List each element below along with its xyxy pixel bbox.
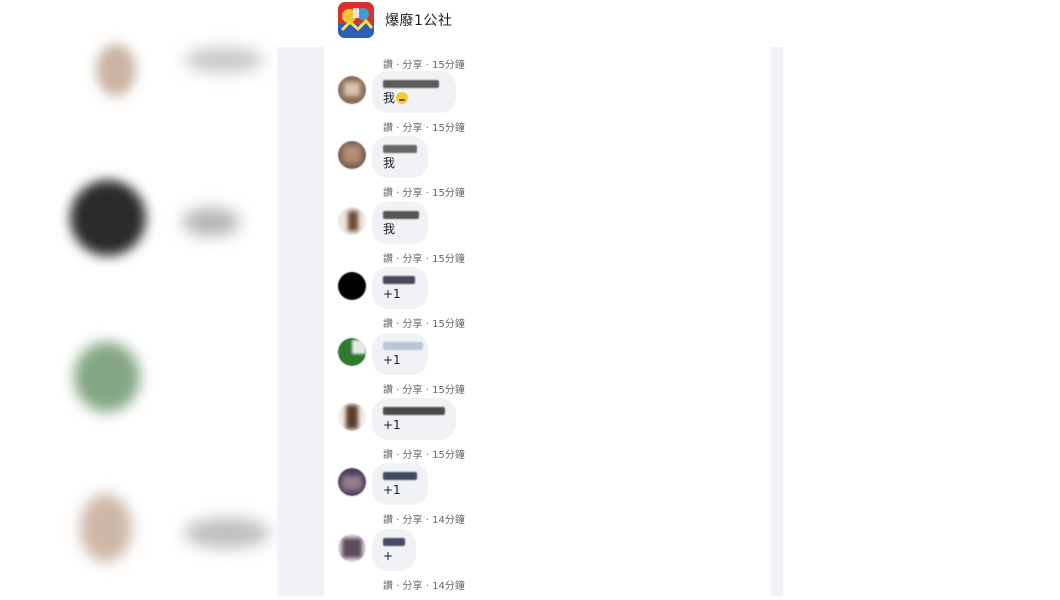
like-link[interactable]: 讚	[383, 123, 393, 134]
comment-bubble: +1	[372, 267, 428, 309]
share-link[interactable]: 分享	[403, 450, 423, 461]
like-link[interactable]: 讚	[383, 319, 393, 330]
like-link[interactable]: 讚	[383, 385, 393, 396]
like-link[interactable]: 讚	[383, 515, 393, 526]
comment-timestamp[interactable]: 14分鐘	[432, 515, 465, 526]
share-link[interactable]: 分享	[403, 319, 423, 330]
comment-timestamp[interactable]: 15分鐘	[432, 319, 465, 330]
comment-item: +1 讚 · 分享 · 15分鐘	[336, 333, 756, 404]
avatar[interactable]	[338, 141, 366, 169]
comment-item: 我 讚 · 分享 · 15分鐘	[336, 71, 756, 142]
share-link[interactable]: 分享	[403, 385, 423, 396]
comment-actions: 讚 · 分享 · 15分鐘	[383, 123, 465, 134]
comment-timestamp[interactable]: 15分鐘	[432, 385, 465, 396]
comment-bubble: +	[372, 529, 416, 571]
like-link[interactable]: 讚	[383, 450, 393, 461]
comment-timestamp[interactable]: 15分鐘	[432, 254, 465, 265]
commenter-name-blurred[interactable]	[383, 472, 417, 480]
comment-text: 我	[383, 91, 409, 105]
bg-text-blur	[184, 48, 264, 72]
comment-item: 我 讚 · 分享 · 15分鐘	[336, 202, 756, 273]
like-link[interactable]: 讚	[383, 254, 393, 265]
comment-timestamp[interactable]: 15分鐘	[432, 450, 465, 461]
avatar[interactable]	[338, 468, 366, 496]
share-link[interactable]: 分享	[403, 515, 423, 526]
bg-text-blur	[182, 208, 240, 236]
comment-item: 我 讚 · 分享 · 15分鐘	[336, 136, 756, 207]
comment-timestamp[interactable]: 15分鐘	[432, 188, 465, 199]
avatar[interactable]	[338, 338, 366, 366]
comment-bubble: +1	[372, 463, 428, 505]
bg-avatar-blur	[96, 44, 136, 96]
avatar[interactable]	[338, 403, 366, 431]
comment-bubble: +1	[372, 398, 456, 440]
commenter-name-blurred[interactable]	[383, 538, 405, 546]
page-header: 爆廢1公社	[0, 0, 1060, 45]
share-link[interactable]: 分享	[403, 581, 423, 592]
comment-item: +1 讚 · 分享 · 15分鐘	[336, 267, 756, 338]
bg-avatar-blur	[80, 494, 132, 562]
comment-timestamp[interactable]: 14分鐘	[432, 581, 465, 592]
comment-text: +	[383, 549, 394, 563]
comment-bubble: 我	[372, 136, 428, 178]
comment-text: +1	[383, 287, 401, 301]
comment-text: +1	[383, 418, 401, 432]
comment-text: 我	[383, 222, 396, 236]
like-link[interactable]: 讚	[383, 188, 393, 199]
emoji-icon	[396, 92, 409, 104]
share-link[interactable]: 分享	[403, 188, 423, 199]
like-link[interactable]: 讚	[383, 581, 393, 592]
comment-bubble: 我	[372, 71, 456, 113]
commenter-name-blurred[interactable]	[383, 407, 445, 415]
comment-bubble: 我	[372, 202, 428, 244]
avatar[interactable]	[338, 76, 366, 104]
share-link[interactable]: 分享	[403, 123, 423, 134]
page-name[interactable]: 爆廢1公社	[385, 10, 452, 30]
bg-avatar-blur	[70, 180, 146, 256]
commenter-name-blurred[interactable]	[383, 276, 415, 284]
avatar[interactable]	[338, 272, 366, 300]
comment-actions: 讚 · 分享 · 15分鐘	[383, 385, 465, 396]
comment-actions-previous[interactable]: 讚 · 分享 · 15分鐘	[383, 56, 465, 71]
commenter-name-blurred[interactable]	[383, 211, 419, 219]
comment-bubble: +1	[372, 333, 428, 375]
comment-text: +1	[383, 353, 401, 367]
commenter-name-blurred[interactable]	[383, 80, 439, 88]
comment-text: 我	[383, 156, 396, 170]
comment-item: +1 讚 · 分享 · 14分鐘	[336, 463, 756, 534]
commenter-name-blurred[interactable]	[383, 342, 423, 350]
share-link[interactable]: 分享	[403, 254, 423, 265]
comment-text: +1	[383, 483, 401, 497]
comment-actions: 讚 · 分享 · 15分鐘	[383, 319, 465, 330]
comment-actions: 讚 · 分享 · 14分鐘	[383, 581, 465, 592]
comment-item: +1 讚 · 分享 · 15分鐘	[336, 398, 756, 469]
bg-text-blur	[184, 518, 270, 548]
comment-actions: 讚 · 分享 · 14分鐘	[383, 515, 465, 526]
comment-actions: 讚 · 分享 · 15分鐘	[383, 254, 465, 265]
comment-timestamp[interactable]: 15分鐘	[432, 123, 465, 134]
page-logo[interactable]	[338, 2, 374, 38]
commenter-name-blurred[interactable]	[383, 145, 417, 153]
avatar[interactable]	[338, 534, 366, 562]
comment-actions: 讚 · 分享 · 15分鐘	[383, 450, 465, 461]
bg-avatar-blur	[74, 342, 140, 412]
avatar[interactable]	[338, 207, 366, 235]
page-logo-icon	[338, 2, 374, 38]
comment-item: + 讚 · 分享 · 14分鐘	[336, 529, 756, 600]
comment-actions: 讚 · 分享 · 15分鐘	[383, 188, 465, 199]
